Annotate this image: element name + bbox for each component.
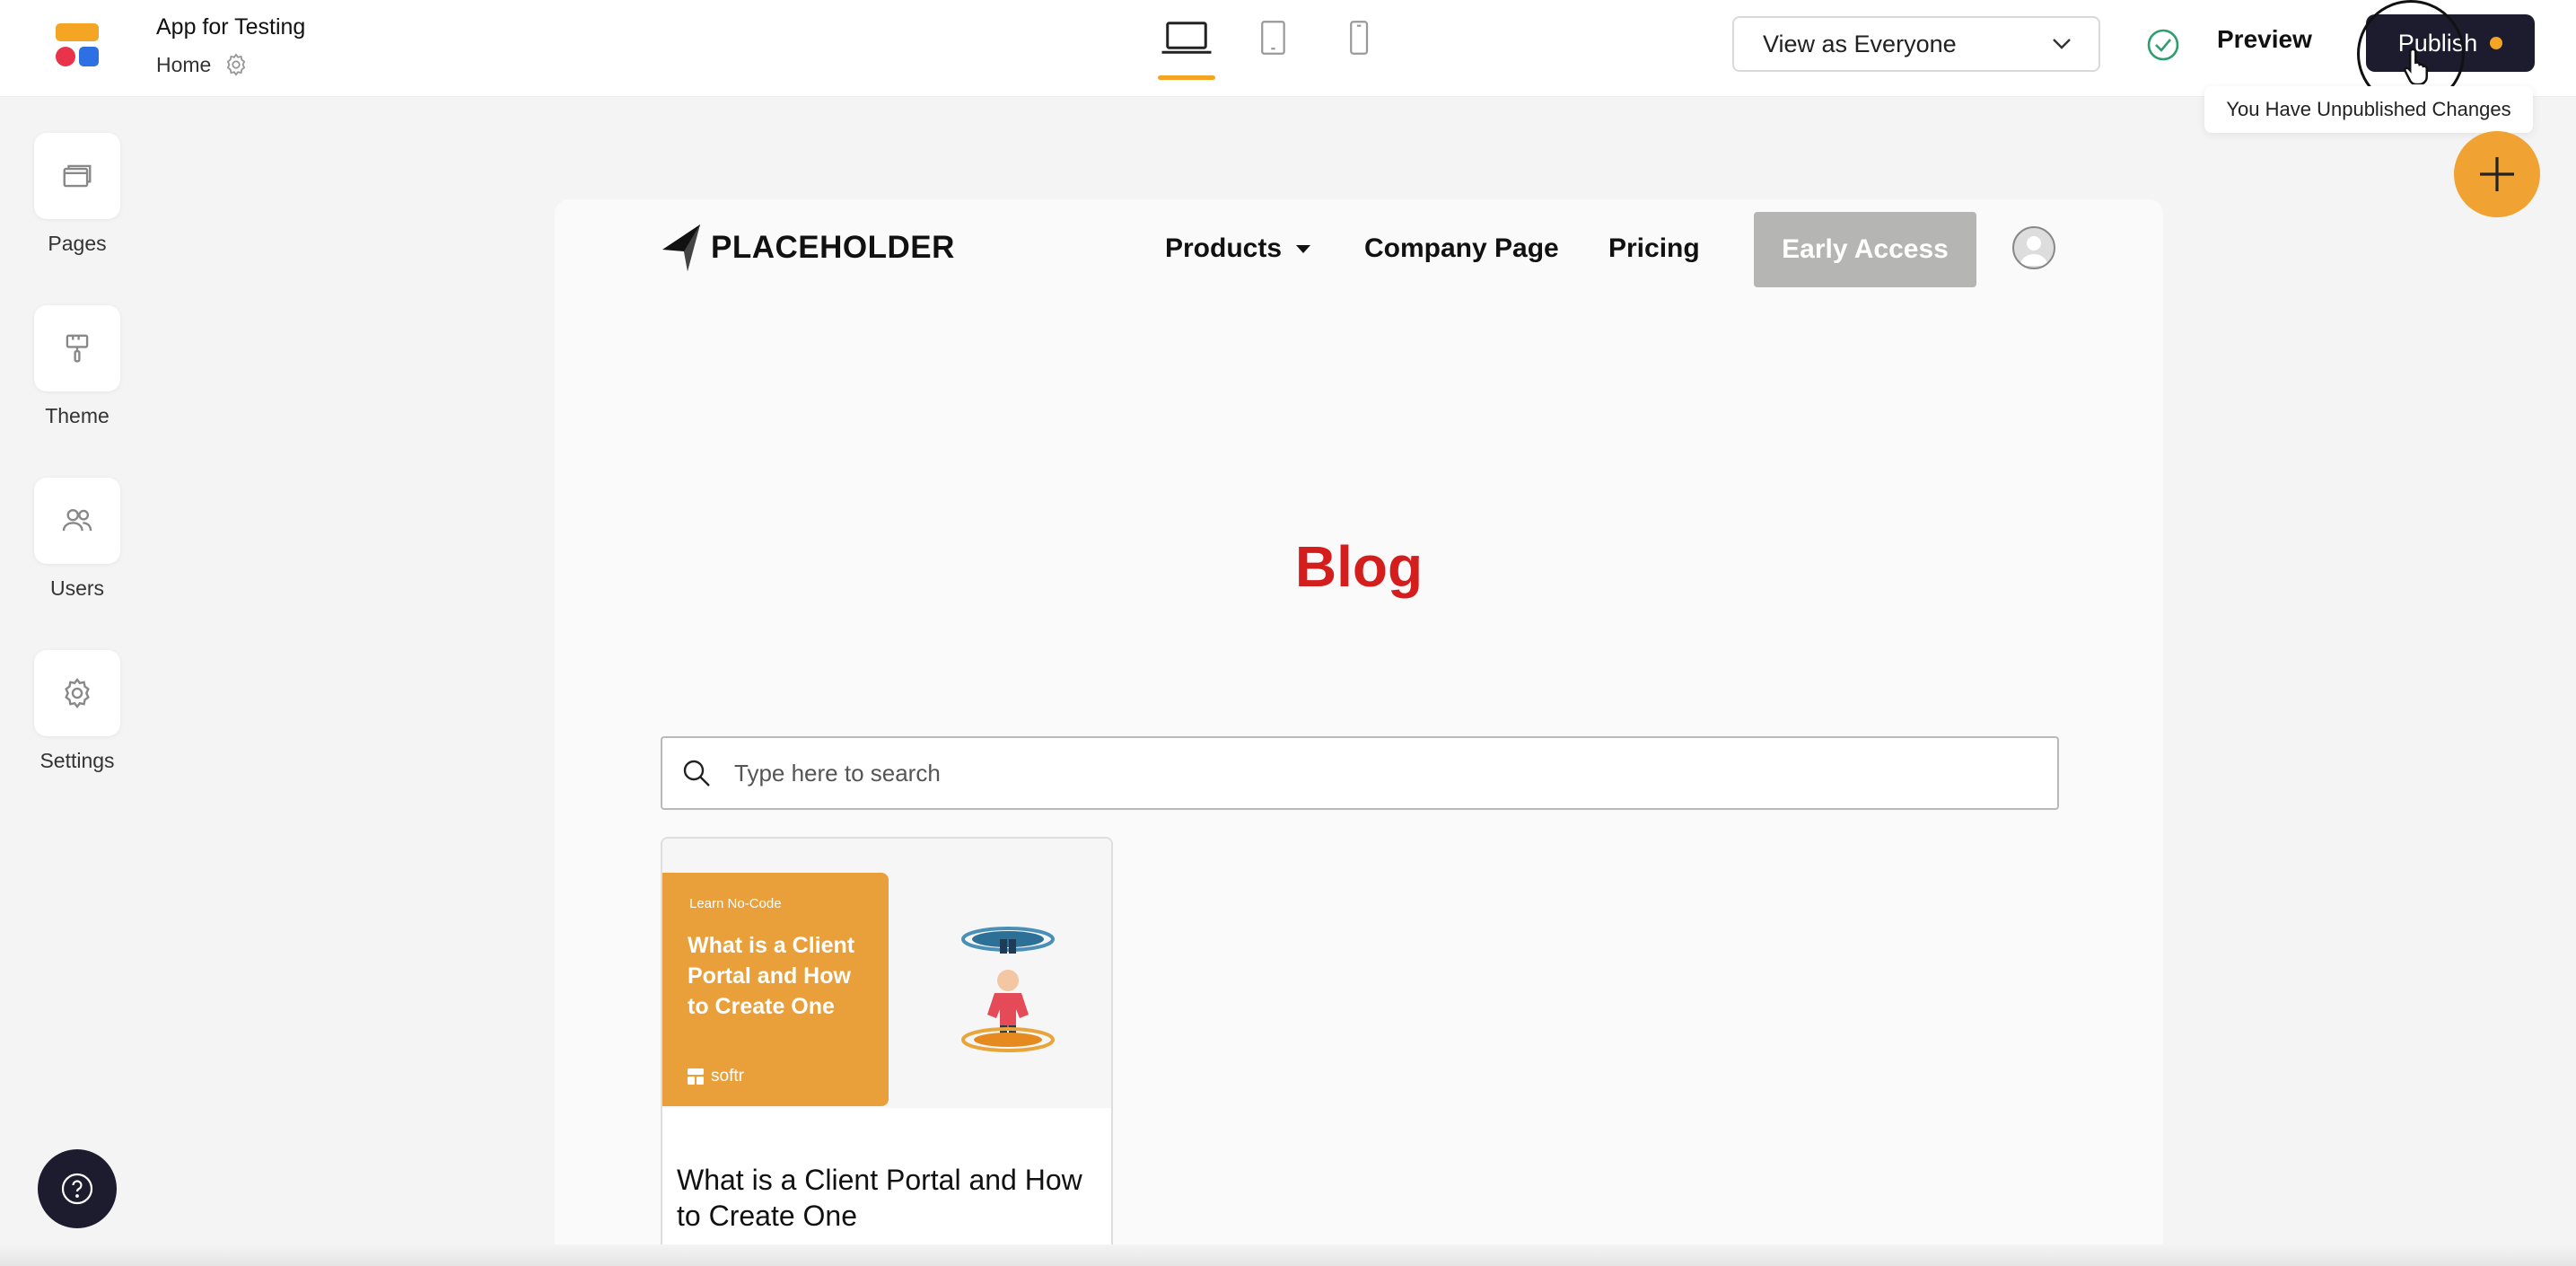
sidebar-item-theme[interactable]: Theme (32, 305, 122, 428)
brand-logo-icon (662, 224, 700, 271)
saved-check-icon (2147, 29, 2179, 61)
search-icon (683, 760, 710, 787)
post-thumbnail: Learn No-Code What is a Client Portal an… (662, 839, 1111, 1108)
app-title: App for Testing (156, 14, 306, 40)
pages-icon (63, 164, 92, 188)
brand-name: PLACEHOLDER (711, 230, 955, 265)
view-as-dropdown[interactable]: View as Everyone (1732, 16, 2100, 72)
plus-icon (2480, 157, 2514, 191)
gear-icon (65, 677, 90, 709)
page-canvas: PLACEHOLDER Products Company Page Pricin… (555, 199, 2163, 1266)
portal-illustration (961, 927, 1055, 1052)
sidebar-label-pages: Pages (48, 232, 107, 255)
sidebar-item-users[interactable]: Users (32, 478, 122, 601)
bottom-edge (0, 1244, 2576, 1266)
help-button[interactable] (38, 1149, 117, 1228)
unpublished-indicator-dot (2490, 37, 2503, 49)
mobile-view-toggle[interactable] (1332, 20, 1386, 65)
hand-cursor-icon (2404, 48, 2428, 84)
top-bar: App for Testing Home View as Everyone Pr… (0, 0, 2576, 133)
tablet-view-toggle[interactable] (1246, 20, 1300, 65)
user-avatar[interactable] (2012, 226, 2055, 269)
site-brand[interactable]: PLACEHOLDER (661, 223, 955, 273)
paint-roller-icon (66, 334, 89, 363)
blog-post-card[interactable]: Learn No-Code What is a Client Portal an… (661, 837, 1113, 1266)
nav-products-label: Products (1165, 233, 1283, 263)
users-icon (62, 508, 92, 532)
early-access-button[interactable]: Early Access (1754, 212, 1976, 287)
unpublished-tooltip: You Have Unpublished Changes (2204, 86, 2533, 133)
help-icon (61, 1173, 93, 1205)
nav-products[interactable]: Products (1165, 233, 1311, 264)
thumbnail-eyebrow: Learn No-Code (689, 896, 782, 911)
sidebar-label-theme: Theme (45, 404, 110, 427)
add-block-button[interactable] (2454, 131, 2540, 217)
blog-heading: Blog (1294, 534, 1424, 599)
page-settings-icon[interactable] (223, 52, 249, 77)
settings-button[interactable] (34, 650, 120, 736)
phone-icon (1350, 21, 1368, 55)
sidebar-label-settings: Settings (39, 749, 115, 772)
users-button[interactable] (34, 478, 120, 564)
softr-logo[interactable] (56, 23, 101, 68)
thumbnail-brand: softr (688, 1067, 744, 1086)
desktop-view-toggle[interactable] (1158, 20, 1215, 80)
pages-button[interactable] (34, 133, 120, 219)
blog-search-bar[interactable] (661, 736, 2059, 810)
caret-down-icon (1296, 244, 1311, 253)
view-as-value: View as Everyone (1763, 30, 1957, 57)
thumbnail-headline: What is a Client Portal and How to Creat… (688, 933, 855, 1019)
post-title: What is a Client Portal and How to Creat… (677, 1164, 1082, 1232)
preview-button[interactable]: Preview (2217, 25, 2312, 54)
tablet-icon (1260, 21, 1285, 55)
softr-mark-icon (688, 1068, 704, 1085)
current-page-label: Home (156, 52, 212, 76)
sidebar-item-settings[interactable]: Settings (32, 650, 122, 773)
laptop-icon (1161, 22, 1212, 54)
nav-pricing[interactable]: Pricing (1608, 233, 1700, 264)
sidebar-item-pages[interactable]: Pages (32, 133, 122, 256)
search-input[interactable] (734, 759, 1991, 787)
thumbnail-orange-panel: Learn No-Code What is a Client Portal an… (662, 873, 889, 1106)
page-selector[interactable]: Home (156, 52, 249, 77)
theme-button[interactable] (34, 305, 120, 391)
thumbnail-brand-name: softr (711, 1067, 744, 1086)
chevron-down-icon (2053, 39, 2071, 49)
user-avatar-icon (2020, 236, 2048, 266)
nav-company-page[interactable]: Company Page (1364, 233, 1559, 264)
sidebar-label-users: Users (49, 576, 105, 600)
